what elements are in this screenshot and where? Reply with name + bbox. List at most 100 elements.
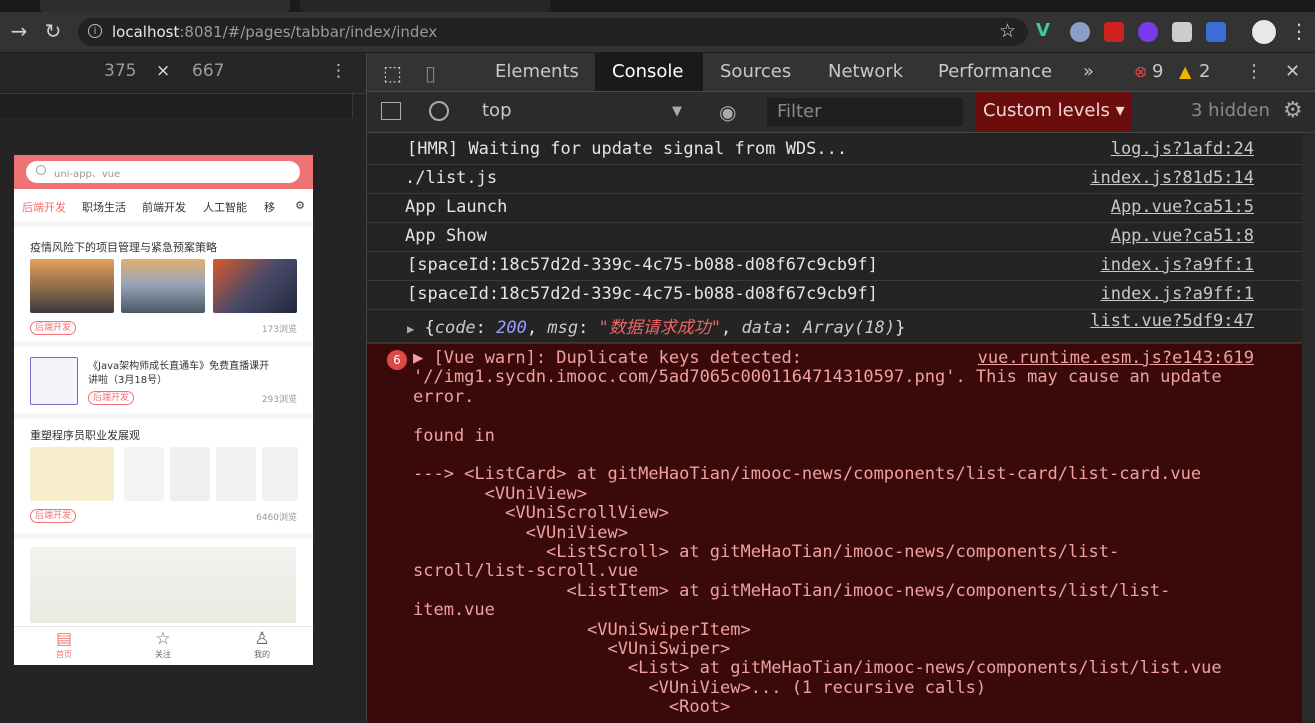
view-count: 6460浏览 xyxy=(256,513,297,523)
avatar[interactable] xyxy=(1252,20,1276,44)
vue-devtools-icon[interactable]: V xyxy=(1036,20,1056,41)
card-title: 疫情风险下的项目管理与紧急预案策略 xyxy=(30,241,217,254)
device-ruler xyxy=(0,94,353,119)
warning-icon[interactable]: ▲ xyxy=(1179,62,1191,81)
log-text: [spaceId:18c57d2d-339c-4c75-b088-d08f67c… xyxy=(407,255,878,275)
log-text: App Show xyxy=(405,226,487,246)
menu-icon[interactable]: ⋮ xyxy=(1286,18,1312,44)
extension-icon[interactable] xyxy=(1206,22,1226,42)
source-link[interactable]: list.vue?5df9:47 xyxy=(1090,311,1254,331)
tab-console[interactable]: Console xyxy=(612,61,683,82)
address-bar[interactable]: i localhost:8081/#/pages/tabbar/index/in… xyxy=(78,18,1028,46)
more-tabs-button[interactable]: » xyxy=(1083,61,1094,82)
card-image xyxy=(30,547,296,623)
device-toolbar: 375 × 667 ⋮ xyxy=(0,53,366,94)
console-scrollbar[interactable] xyxy=(1302,133,1315,722)
console-object-message[interactable]: ▶ {code: 200, msg: "数据请求成功", data: Array… xyxy=(367,309,1302,343)
clear-console-icon[interactable] xyxy=(429,101,449,121)
reload-icon[interactable]: ↻ xyxy=(40,18,66,44)
source-link[interactable]: index.js?a9ff:1 xyxy=(1100,255,1254,275)
info-icon[interactable]: i xyxy=(88,24,102,38)
bookmark-star-icon[interactable]: ☆ xyxy=(999,20,1016,42)
object-preview[interactable]: ▶ {code: 200, msg: "数据请求成功", data: Array… xyxy=(407,313,905,338)
warning-count[interactable]: 2 xyxy=(1199,61,1210,82)
tab-sources[interactable]: Sources xyxy=(720,61,791,82)
card-tag: 后端开发 xyxy=(30,321,77,335)
qr-code-icon[interactable] xyxy=(1172,22,1192,42)
tab-category[interactable]: 前端开发 xyxy=(142,199,186,215)
console-message[interactable]: [spaceId:18c57d2d-339c-4c75-b088-d08f67c… xyxy=(367,251,1302,281)
error-icon[interactable]: ⊗ xyxy=(1134,62,1147,81)
console-message[interactable]: App Launch App.vue?ca51:5 xyxy=(367,193,1302,223)
tabbar-item-follow[interactable]: ☆ 关注 xyxy=(143,629,183,661)
expand-arrow-icon[interactable]: ▶ xyxy=(407,322,414,336)
view-count: 173浏览 xyxy=(261,325,297,335)
tab-performance[interactable]: Performance xyxy=(938,61,1052,82)
tab-bar: ▤ 首页 ☆ 关注 ♙ 我的 xyxy=(14,626,313,665)
browser-tab[interactable] xyxy=(40,0,290,12)
source-link[interactable]: log.js?1afd:24 xyxy=(1111,139,1254,159)
console-message[interactable]: [spaceId:18c57d2d-339c-4c75-b088-d08f67c… xyxy=(367,280,1302,310)
console-message[interactable]: ./list.js index.js?81d5:14 xyxy=(367,164,1302,194)
card-title: 讲啦（3月18号） xyxy=(88,375,168,386)
forward-icon[interactable]: → xyxy=(6,18,32,44)
error-line: <List> at gitMeHaoTian/imooc-news/compon… xyxy=(413,658,1222,679)
device-toggle-icon[interactable]: ▯ xyxy=(425,61,436,85)
tab-category[interactable]: 后端开发 xyxy=(22,199,66,215)
gear-icon[interactable]: ⚙ xyxy=(1283,98,1303,123)
devtools-panel: ⬚ ▯ Elements Console Sources Network Per… xyxy=(366,53,1315,723)
tab-network[interactable]: Network xyxy=(828,61,903,82)
gear-icon[interactable]: ⚙ xyxy=(295,199,305,212)
console-message[interactable]: App Show App.vue?ca51:8 xyxy=(367,222,1302,252)
tabbar-item-home[interactable]: ▤ 首页 xyxy=(44,629,84,661)
card-image xyxy=(30,259,114,313)
browser-tab[interactable] xyxy=(300,0,550,12)
chevron-down-icon[interactable]: ▼ xyxy=(672,104,682,119)
sidebar-toggle-icon[interactable] xyxy=(381,102,401,120)
device-menu-icon[interactable]: ⋮ xyxy=(330,61,347,81)
tab-category[interactable]: 人工智能 xyxy=(203,199,247,215)
tab-category[interactable]: 职场生活 xyxy=(82,199,126,215)
extension-icon[interactable] xyxy=(1138,22,1158,42)
list-card[interactable]: 疫情风险下的项目管理与紧急预案策略 后端开发 173浏览 xyxy=(14,227,313,341)
tab-elements[interactable]: Elements xyxy=(495,61,579,82)
source-link[interactable]: App.vue?ca51:8 xyxy=(1111,226,1254,246)
search-input[interactable]: uni-app、vue xyxy=(26,161,300,183)
card-title: 《Java架构师成长直通车》免费直播课开 xyxy=(88,361,270,372)
card-title: 重塑程序员职业发展观 xyxy=(30,429,140,442)
list-card[interactable] xyxy=(14,539,313,627)
context-selector[interactable]: top xyxy=(482,100,512,121)
console-error-message[interactable]: 6 vue.runtime.esm.js?e143:619 ▶ [Vue war… xyxy=(367,343,1302,723)
source-link[interactable]: index.js?81d5:14 xyxy=(1090,168,1254,188)
extension-icon[interactable] xyxy=(1104,22,1124,42)
tab-category[interactable]: 移 xyxy=(264,199,275,215)
extension-icon[interactable] xyxy=(1070,22,1090,42)
eye-icon[interactable]: ◉ xyxy=(719,100,736,124)
log-text: [HMR] Waiting for update signal from WDS… xyxy=(407,139,848,159)
view-count: 293浏览 xyxy=(261,395,297,405)
log-levels-dropdown[interactable]: Custom levels ▾ xyxy=(975,92,1131,132)
list-card[interactable]: 重塑程序员职业发展观 后端开发 6460浏览 xyxy=(14,419,313,533)
source-link[interactable]: vue.runtime.esm.js?e143:619 xyxy=(978,348,1254,368)
user-icon: ♙ xyxy=(254,629,270,649)
device-width[interactable]: 375 xyxy=(104,61,136,81)
log-text: ./list.js xyxy=(405,168,498,188)
hidden-count[interactable]: 3 hidden xyxy=(1191,100,1270,121)
list-card[interactable]: 《Java架构师成长直通车》免费直播课开 讲啦（3月18号） 后端开发 293浏… xyxy=(14,347,313,413)
error-line: <Root> xyxy=(413,697,731,718)
device-height[interactable]: 667 xyxy=(192,61,224,81)
source-link[interactable]: index.js?a9ff:1 xyxy=(1100,284,1254,304)
error-line: error. xyxy=(413,386,475,407)
devtools-menu-icon[interactable]: ⋮ xyxy=(1245,61,1263,82)
close-icon[interactable]: ✕ xyxy=(1285,61,1300,82)
tabbar-item-mine[interactable]: ♙ 我的 xyxy=(242,629,282,661)
star-icon: ☆ xyxy=(155,629,171,649)
source-link[interactable]: App.vue?ca51:5 xyxy=(1111,197,1254,217)
error-count[interactable]: 9 xyxy=(1152,61,1163,82)
filter-input[interactable]: Filter xyxy=(767,98,963,126)
inspect-element-icon[interactable]: ⬚ xyxy=(383,61,402,85)
card-image xyxy=(213,259,297,313)
console-message[interactable]: [HMR] Waiting for update signal from WDS… xyxy=(367,135,1302,165)
error-line: <ListScroll> at gitMeHaoTian/imooc-news/… xyxy=(413,542,1120,562)
error-line: <VUniScrollView> xyxy=(413,503,669,524)
